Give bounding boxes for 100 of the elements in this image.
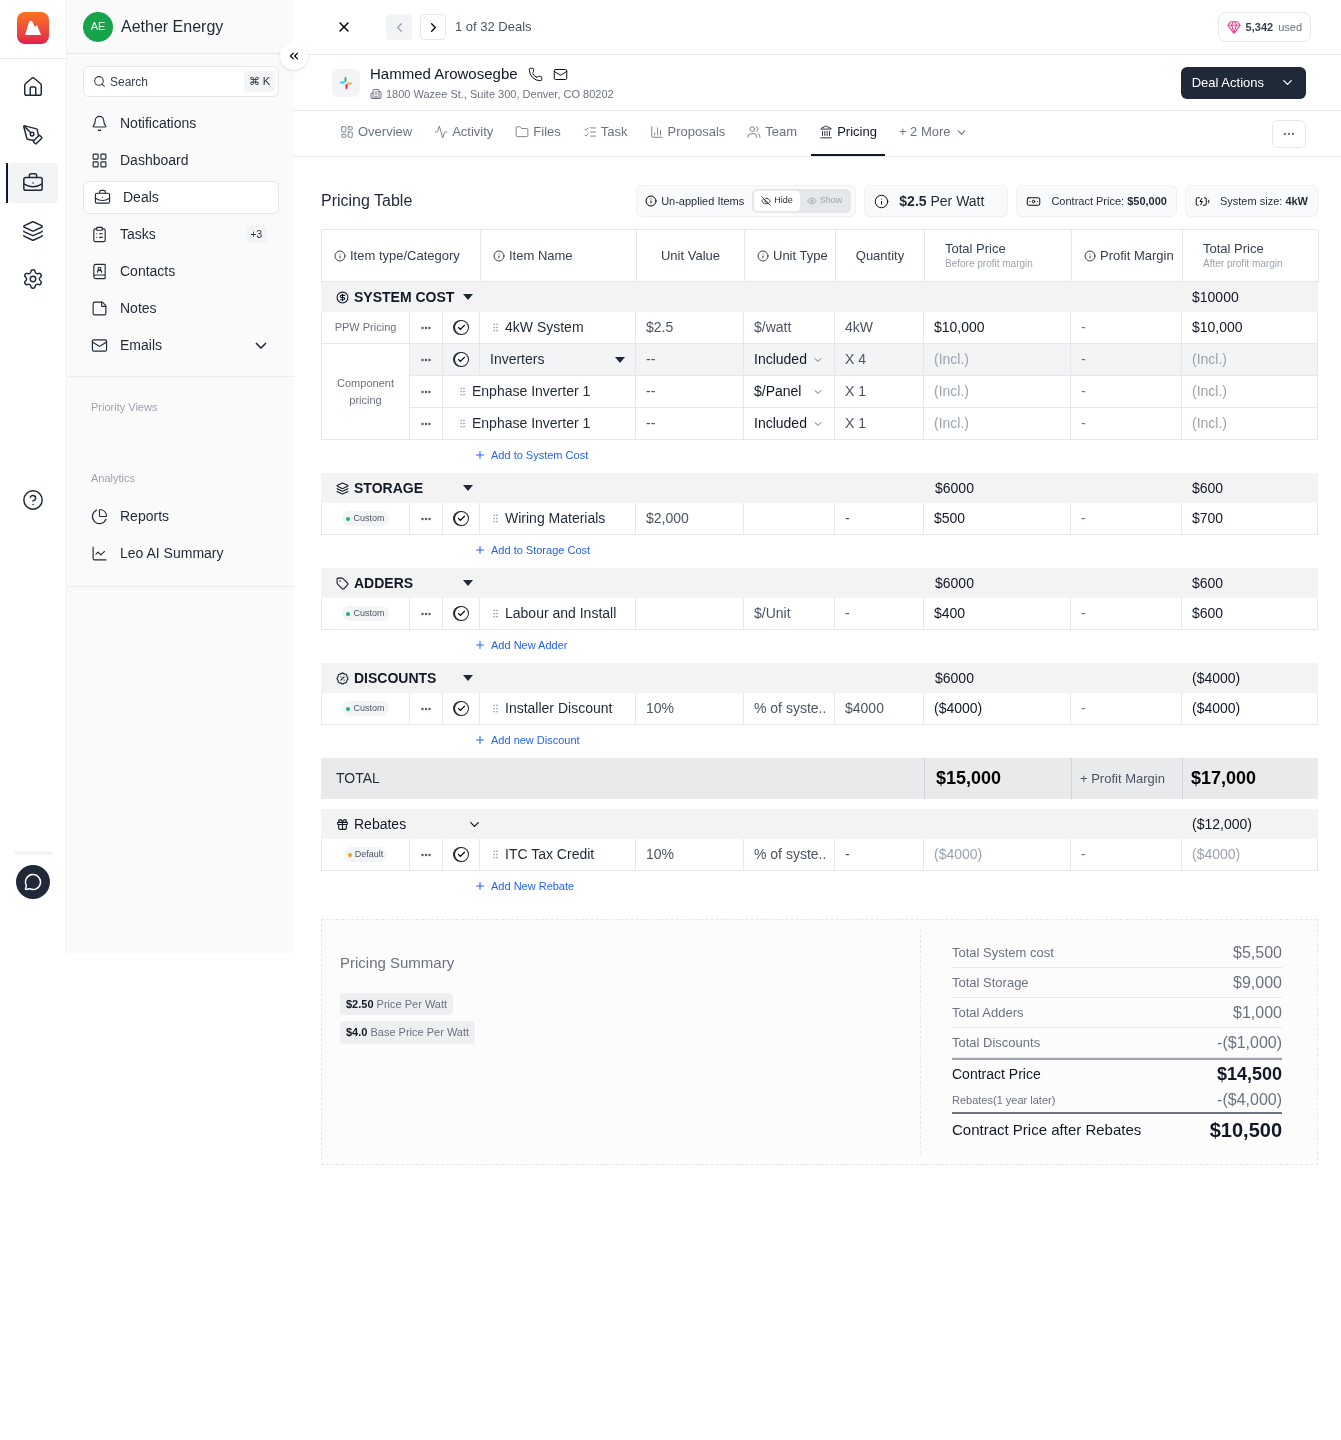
total-after-margin: (Incl.) (1192, 350, 1227, 369)
section-total: $6000 (935, 479, 974, 496)
nav-item[interactable]: Emails (83, 329, 279, 362)
drag-handle-icon[interactable] (490, 513, 501, 524)
tab[interactable]: Files (507, 110, 569, 156)
drag-handle-icon[interactable] (490, 608, 501, 619)
caret-icon[interactable] (463, 294, 473, 300)
credits-badge: 5,342 used (1217, 12, 1311, 42)
category-label: Component pricing (336, 375, 395, 408)
section-title: Pricing Table (321, 191, 414, 211)
dollar-icon (336, 290, 349, 304)
add-link[interactable]: Add New Adder (474, 636, 924, 654)
nav-item[interactable]: Tasks +3 (83, 218, 279, 251)
summary-value: $5,500 (1233, 942, 1282, 963)
item-name: Labour and Install (505, 604, 618, 623)
plus-icon (474, 734, 486, 746)
caret-icon[interactable] (463, 485, 473, 491)
chat-button[interactable] (16, 865, 50, 899)
category-label: PPW Pricing (333, 320, 398, 335)
drag-handle-icon[interactable] (457, 386, 468, 397)
drag-handle-icon[interactable] (457, 418, 468, 429)
nav-item[interactable]: Leo AI Summary (83, 537, 279, 570)
layers-icon (336, 481, 349, 495)
category-tag[interactable]: Custom (342, 700, 389, 717)
caret-icon[interactable] (615, 356, 625, 363)
section-title: SYSTEM COST (354, 287, 456, 307)
toggle-switch[interactable] (453, 701, 469, 716)
profit-margin: - (1081, 699, 1086, 718)
nav-item[interactable]: Dashboard (83, 144, 279, 177)
add-link[interactable]: Add new Discount (474, 731, 924, 749)
unit-type[interactable]: $/Panel (754, 381, 802, 402)
unit-value: -- (646, 414, 656, 433)
eye-icon (806, 196, 817, 206)
summary-label: Rebates(1 year later) (952, 1092, 1056, 1108)
drag-handle-icon[interactable] (490, 703, 501, 714)
tab[interactable]: Activity (426, 110, 502, 156)
tab[interactable]: Pricing (811, 110, 885, 156)
toggle-switch[interactable] (453, 606, 469, 621)
app-logo[interactable] (17, 12, 49, 44)
check-icon (457, 514, 466, 523)
collapse-button[interactable] (280, 42, 308, 70)
tab[interactable]: + 2 More (890, 110, 976, 156)
mail-icon[interactable] (552, 66, 568, 82)
grand-total: $15,000 (936, 767, 1002, 790)
summary-label: Total Storage (952, 973, 1029, 992)
caret-icon[interactable] (463, 675, 473, 681)
mail-icon (91, 337, 108, 354)
nav-item[interactable]: Deals (83, 181, 279, 214)
total-after-margin: $10,000 (1192, 318, 1243, 337)
stat-text: System size: 4kW (1219, 193, 1308, 209)
nav-item[interactable]: Notes (83, 292, 279, 325)
category-tag[interactable]: Custom (342, 605, 389, 622)
summary-value: $14,500 (1216, 1062, 1282, 1086)
quantity: - (845, 604, 850, 623)
profit-margin-label[interactable]: + Profit Margin (1080, 768, 1165, 789)
profit-margin: - (1081, 318, 1086, 337)
drag-handle-icon[interactable] (490, 849, 501, 860)
add-link[interactable]: Add to Storage Cost (474, 541, 924, 559)
add-link[interactable]: Add New Rebate (474, 877, 924, 895)
layers-icon (22, 220, 44, 242)
unit-type: $/watt (754, 318, 792, 337)
summary-value: -($1,000) (1217, 1032, 1282, 1053)
contact-card-icon (91, 263, 108, 280)
tab[interactable]: Proposals (641, 110, 734, 156)
summary-label: Contract Price (952, 1064, 1041, 1084)
nav-item[interactable]: Notifications (83, 107, 279, 140)
toggle-switch[interactable] (453, 511, 469, 526)
check-icon (457, 355, 466, 364)
phone-icon[interactable] (527, 66, 543, 82)
category-tag[interactable]: Default (343, 846, 388, 863)
info-icon (1084, 249, 1096, 262)
category-tag[interactable]: Custom (342, 510, 389, 527)
next-button[interactable] (420, 14, 446, 40)
dashboard-icon (340, 125, 354, 139)
toggle-switch[interactable] (453, 320, 469, 335)
drag-handle-icon[interactable] (490, 322, 501, 333)
info-icon (334, 249, 346, 262)
rail-button[interactable] (8, 163, 58, 203)
nav-item[interactable]: Reports (83, 500, 279, 533)
item-name: 4kW System (505, 318, 585, 337)
home-icon (22, 76, 44, 98)
tab[interactable]: Task (574, 110, 636, 156)
caret-icon[interactable] (463, 580, 473, 586)
add-link[interactable]: Add to System Cost (474, 446, 924, 464)
toggle-switch[interactable] (453, 352, 469, 367)
unit-type[interactable]: Included (754, 413, 807, 434)
quantity: X 1 (845, 414, 866, 433)
total-price: (Incl.) (934, 350, 969, 369)
segment-tab[interactable]: Hide (754, 191, 800, 211)
deal-actions-button[interactable]: Deal Actions (1180, 66, 1306, 99)
toggle-switch[interactable] (453, 847, 469, 862)
tab[interactable]: Overview (332, 110, 421, 156)
note-icon (91, 300, 108, 317)
unit-type[interactable]: Included (754, 349, 807, 370)
clipboard-icon (91, 226, 108, 243)
info-icon (493, 249, 505, 262)
total-price: (Incl.) (934, 414, 969, 433)
tab[interactable]: Team (739, 110, 806, 156)
nav-item[interactable]: Contacts (83, 255, 279, 288)
help-icon[interactable] (22, 489, 44, 511)
